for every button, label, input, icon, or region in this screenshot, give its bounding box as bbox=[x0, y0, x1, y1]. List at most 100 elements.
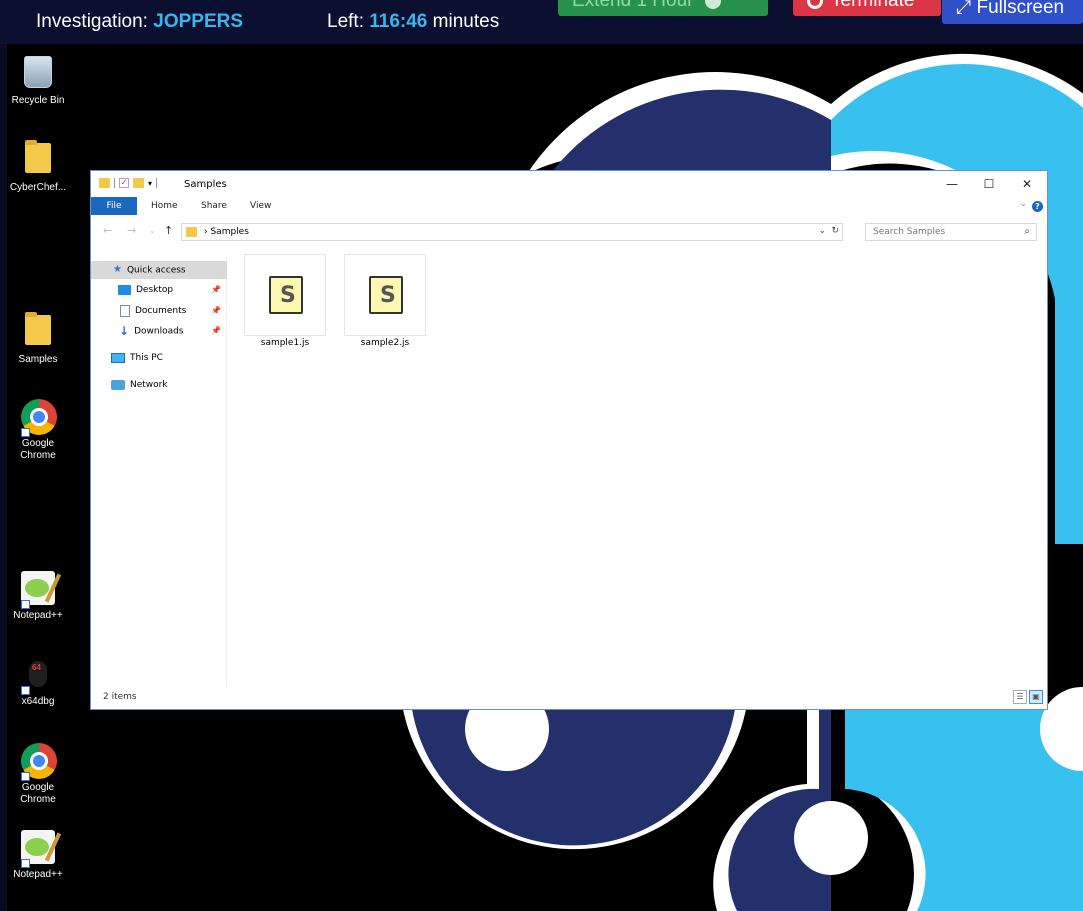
folder-icon bbox=[186, 227, 197, 237]
status-bar: 2 items ☰ ▣ bbox=[91, 687, 1047, 709]
search-placeholder: Search Samples bbox=[873, 227, 946, 237]
refresh-icon[interactable]: ↻ bbox=[831, 226, 839, 236]
tab-view[interactable]: View bbox=[250, 197, 271, 215]
investigation-bar: Investigation: JOPPERS Left: 116:46 minu… bbox=[0, 0, 1083, 44]
breadcrumb[interactable]: › Samples bbox=[204, 227, 249, 237]
shortcut-arrow-icon bbox=[21, 428, 30, 437]
title-bar[interactable]: ✓ ▾ Samples — ☐ ✕ bbox=[91, 171, 1047, 197]
desktop-icon-x64dbg[interactable]: x64dbg bbox=[7, 657, 69, 708]
tab-home[interactable]: Home bbox=[151, 197, 178, 215]
pin-icon: 📌 bbox=[211, 326, 221, 335]
star-icon: ★ bbox=[113, 264, 122, 275]
network-icon bbox=[111, 379, 125, 390]
desktop-icon-recycle-bin[interactable]: Recycle Bin bbox=[7, 54, 69, 107]
folder-icon bbox=[25, 312, 51, 345]
shortcut-arrow-icon bbox=[21, 772, 30, 781]
back-arrow-icon[interactable]: ← bbox=[103, 224, 112, 237]
nav-label: Downloads bbox=[134, 326, 184, 337]
nav-item-downloads[interactable]: ↓ Downloads 📌 bbox=[119, 322, 227, 340]
recent-locations-icon[interactable]: ⌄ bbox=[149, 226, 156, 235]
up-arrow-icon[interactable]: ↑ bbox=[164, 224, 173, 237]
breadcrumb-samples: Samples bbox=[210, 227, 249, 237]
nav-label: Quick access bbox=[126, 265, 186, 276]
minimize-button[interactable]: — bbox=[937, 175, 967, 193]
desktop-icon-cyberchef[interactable]: CyberChef... bbox=[7, 140, 69, 194]
info-icon bbox=[704, 0, 721, 9]
folder-icon bbox=[99, 178, 110, 188]
nav-item-documents[interactable]: Documents 📌 bbox=[120, 302, 227, 320]
forward-arrow-icon[interactable]: → bbox=[127, 224, 136, 237]
customize-toolbar-icon[interactable]: ▾ bbox=[148, 179, 152, 188]
terminate-button[interactable]: Terminate bbox=[793, 0, 941, 16]
shortcut-arrow-icon bbox=[21, 686, 30, 695]
fullscreen-button[interactable]: ⤢ Fullscreen bbox=[942, 0, 1083, 24]
nav-item-desktop[interactable]: Desktop 📌 bbox=[118, 281, 227, 299]
pin-icon: 📌 bbox=[211, 306, 221, 315]
help-icon[interactable]: ? bbox=[1032, 201, 1043, 212]
separator bbox=[156, 178, 158, 188]
expand-ribbon-icon[interactable]: ⌄ bbox=[1019, 199, 1027, 209]
desktop-icon-label: Google Chrome bbox=[20, 782, 56, 805]
computer-icon bbox=[111, 352, 125, 363]
investigation-label: Investigation: bbox=[36, 11, 148, 32]
desktop-icon-label: Notepad++ bbox=[13, 869, 63, 880]
download-arrow-icon: ↓ bbox=[119, 324, 130, 338]
nav-label: Desktop bbox=[136, 285, 174, 295]
new-folder-icon[interactable] bbox=[133, 178, 144, 188]
address-dropdown-icon[interactable]: ⌄ bbox=[818, 226, 826, 236]
tab-file[interactable]: File bbox=[91, 197, 137, 215]
ribbon-tabs: File Home Share View ⌄ ? bbox=[91, 197, 1047, 215]
maximize-button[interactable]: ☐ bbox=[974, 175, 1004, 193]
shortcut-arrow-icon bbox=[21, 859, 30, 868]
navigation-pane: ★ Quick access Desktop 📌 Documents 📌 ↓ Dow… bbox=[91, 257, 227, 687]
desktop-icon-chrome-2[interactable]: Google Chrome bbox=[7, 743, 69, 806]
nav-item-network[interactable]: Network bbox=[111, 376, 168, 394]
window-title: Samples bbox=[184, 179, 227, 190]
time-left-label: Left: bbox=[327, 11, 364, 32]
js-script-icon bbox=[269, 276, 303, 314]
tab-share[interactable]: Share bbox=[201, 197, 227, 215]
large-icons-view-icon[interactable]: ▣ bbox=[1029, 690, 1043, 704]
terminate-label: Terminate bbox=[831, 0, 915, 11]
desktop-icon-label: Google Chrome bbox=[20, 438, 56, 461]
shortcut-arrow-icon bbox=[21, 600, 30, 609]
extend-label: Extend 1 Hour bbox=[572, 0, 694, 11]
navigation-bar: ← → ⌄ ↑ › Samples ⌄ ↻ Search Samples ⌕ bbox=[91, 219, 1047, 245]
investigation-info: Investigation: JOPPERS bbox=[36, 11, 243, 33]
screen: Investigation: JOPPERS Left: 116:46 minu… bbox=[0, 0, 1083, 911]
pin-icon: 📌 bbox=[211, 285, 221, 294]
recycle-bin-icon bbox=[24, 56, 52, 88]
fullscreen-label: Fullscreen bbox=[976, 0, 1065, 18]
desktop-icon-samples[interactable]: Samples bbox=[7, 312, 69, 366]
time-left-value: 116:46 bbox=[369, 11, 428, 32]
desktop-icon-chrome-1[interactable]: Google Chrome bbox=[7, 399, 69, 462]
address-bar[interactable]: › Samples ⌄ ↻ bbox=[181, 223, 843, 241]
nav-label: Documents bbox=[135, 306, 187, 316]
nav-label: This PC bbox=[130, 353, 163, 363]
properties-icon[interactable]: ✓ bbox=[119, 178, 129, 188]
close-button[interactable]: ✕ bbox=[1012, 175, 1042, 193]
time-left: Left: 116:46 minutes bbox=[327, 11, 499, 33]
nav-item-this-pc[interactable]: This PC bbox=[111, 349, 163, 367]
search-input[interactable]: Search Samples ⌕ bbox=[865, 223, 1037, 241]
expand-icon: ⤢ bbox=[956, 0, 972, 18]
details-view-icon[interactable]: ☰ bbox=[1013, 690, 1027, 704]
desktop-icon-label: Samples bbox=[18, 354, 58, 365]
file-name: sample2.js bbox=[360, 338, 410, 348]
desktop-icon-notepadpp-1[interactable]: Notepad++ bbox=[7, 571, 69, 622]
desktop-icon bbox=[118, 284, 131, 295]
investigation-name: JOPPERS bbox=[153, 11, 244, 32]
time-left-unit: minutes bbox=[432, 11, 500, 32]
view-switcher: ☰ ▣ bbox=[1013, 690, 1043, 704]
file-thumbnail bbox=[344, 254, 426, 336]
file-item[interactable]: sample2.js bbox=[343, 254, 427, 348]
js-script-icon bbox=[369, 276, 403, 314]
documents-icon bbox=[120, 304, 130, 317]
file-item[interactable]: sample1.js bbox=[243, 254, 327, 348]
file-name: sample1.js bbox=[260, 338, 310, 348]
nav-item-quick-access[interactable]: ★ Quick access bbox=[91, 261, 227, 279]
desktop-icon-notepadpp-2[interactable]: Notepad++ bbox=[7, 830, 69, 881]
extend-button[interactable]: Extend 1 Hour bbox=[558, 0, 768, 16]
explorer-window: ✓ ▾ Samples — ☐ ✕ File Home Share View ⌄… bbox=[90, 170, 1048, 710]
power-icon bbox=[807, 0, 823, 9]
